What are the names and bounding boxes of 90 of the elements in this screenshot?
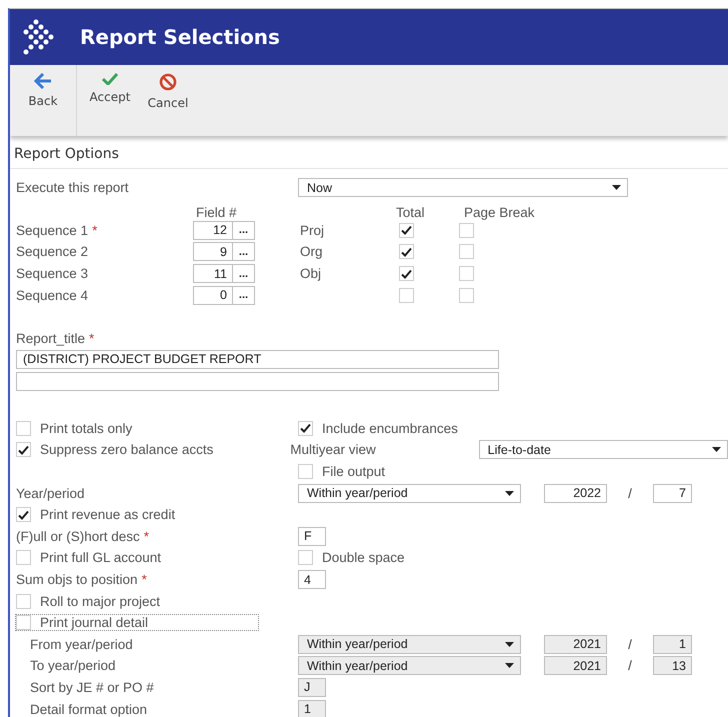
check-icon — [401, 225, 412, 236]
checkbox-label: Suppress zero balance accts — [40, 442, 214, 458]
check-icon — [401, 268, 412, 279]
required-asterisk: * — [142, 572, 147, 588]
dropdown[interactable]: Within year/period — [298, 484, 521, 503]
checkbox[interactable] — [298, 550, 313, 566]
prohibited-icon — [159, 73, 177, 91]
checkbox-label: Include encumbrances — [322, 420, 458, 436]
check-icon — [102, 73, 118, 85]
checkbox[interactable] — [459, 222, 474, 238]
field-label: (F)ull or (S)hort desc * — [16, 528, 150, 544]
checkbox[interactable] — [16, 594, 31, 609]
field-name: Proj — [300, 222, 324, 238]
field-label: Sequence 4 — [16, 288, 90, 303]
checkbox[interactable] — [16, 550, 31, 566]
period-input[interactable]: 7 — [653, 484, 692, 503]
page-title: Report Selections — [80, 25, 280, 49]
column-heading: Page Break — [464, 204, 535, 220]
checkbox[interactable] — [459, 288, 474, 303]
check-icon — [401, 246, 412, 257]
accept-button[interactable]: Accept — [85, 71, 135, 106]
caret-icon — [712, 447, 722, 452]
field-label: Detail format option — [29, 702, 148, 717]
input-field[interactable]: F — [298, 526, 326, 546]
title-input[interactable] — [16, 372, 499, 391]
checkbox[interactable] — [16, 615, 31, 630]
required-asterisk: * — [144, 528, 150, 544]
field-label: Execute this report — [16, 180, 129, 196]
back-button[interactable]: Back — [18, 71, 68, 110]
checkbox[interactable] — [16, 420, 31, 436]
separator-slash: / — [627, 486, 633, 501]
field-number-input[interactable]: 11 — [193, 264, 233, 284]
checkbox-label: Roll to major project — [40, 594, 160, 609]
dropdown[interactable]: Now — [298, 178, 628, 198]
year-input[interactable]: 2022 — [544, 484, 607, 503]
required-asterisk: * — [89, 331, 94, 346]
required-asterisk: * — [92, 222, 98, 238]
field-label: Year/period — [16, 486, 85, 501]
checkbox-label: Print revenue as credit — [40, 507, 176, 522]
field-label: Multiyear view — [290, 442, 377, 458]
title-input[interactable]: (DISTRICT) PROJECT BUDGET REPORT — [16, 350, 499, 369]
more-button[interactable]: ... — [233, 264, 255, 284]
column-heading: Field # — [196, 204, 238, 220]
field-label: Sequence 1 * — [16, 222, 98, 238]
more-button[interactable]: ... — [233, 242, 255, 262]
column-heading: Total — [396, 204, 426, 220]
field-name: Org — [300, 244, 323, 260]
check-icon — [18, 444, 29, 455]
field-label: Sum objs to position * — [16, 572, 147, 588]
caret-icon — [505, 663, 514, 668]
checkbox-label: Print totals only — [40, 420, 132, 436]
field-number-input[interactable]: 0 — [193, 286, 233, 305]
checkbox[interactable] — [399, 244, 414, 260]
field-label: From year/period — [29, 636, 133, 652]
field-label: Sort by JE # or PO # — [29, 680, 154, 695]
check-icon — [300, 423, 311, 434]
caret-icon — [612, 185, 621, 190]
checkbox-label: Print full GL account — [40, 550, 162, 566]
cancel-button[interactable]: Cancel — [143, 71, 193, 112]
checkbox[interactable] — [16, 507, 31, 522]
dropdown[interactable]: Life-to-date — [478, 440, 728, 460]
checkbox[interactable] — [459, 266, 474, 282]
checkbox[interactable] — [298, 420, 313, 436]
checkbox[interactable] — [399, 222, 414, 238]
checkbox-label: Print journal detail — [40, 615, 148, 630]
checkbox[interactable] — [399, 288, 414, 303]
input-field[interactable]: 4 — [298, 570, 326, 590]
caret-icon — [505, 490, 514, 496]
checkbox-label: File output — [322, 464, 386, 480]
check-icon — [18, 510, 29, 520]
checkbox[interactable] — [399, 266, 414, 282]
separator-slash: / — [627, 658, 633, 674]
field-label: Report_title * — [16, 331, 94, 346]
separator-slash: / — [627, 636, 633, 652]
field-number-input[interactable]: 12 — [193, 220, 233, 240]
checkbox-label: Double space — [322, 550, 405, 566]
more-button[interactable]: ... — [233, 286, 255, 305]
field-label: Sequence 3 — [16, 266, 90, 282]
caret-icon — [505, 642, 514, 647]
field-name: Obj — [300, 266, 322, 282]
back-arrow-icon — [34, 73, 52, 89]
checkbox[interactable] — [298, 464, 313, 480]
field-label: Sequence 2 — [16, 244, 90, 260]
logo-icon — [22, 18, 56, 56]
checkbox[interactable] — [459, 244, 474, 260]
section-title: Report Options — [10, 146, 728, 169]
more-button[interactable]: ... — [233, 220, 255, 240]
checkbox[interactable] — [16, 442, 31, 458]
field-label: To year/period — [29, 658, 116, 674]
field-number-input[interactable]: 9 — [193, 242, 233, 262]
